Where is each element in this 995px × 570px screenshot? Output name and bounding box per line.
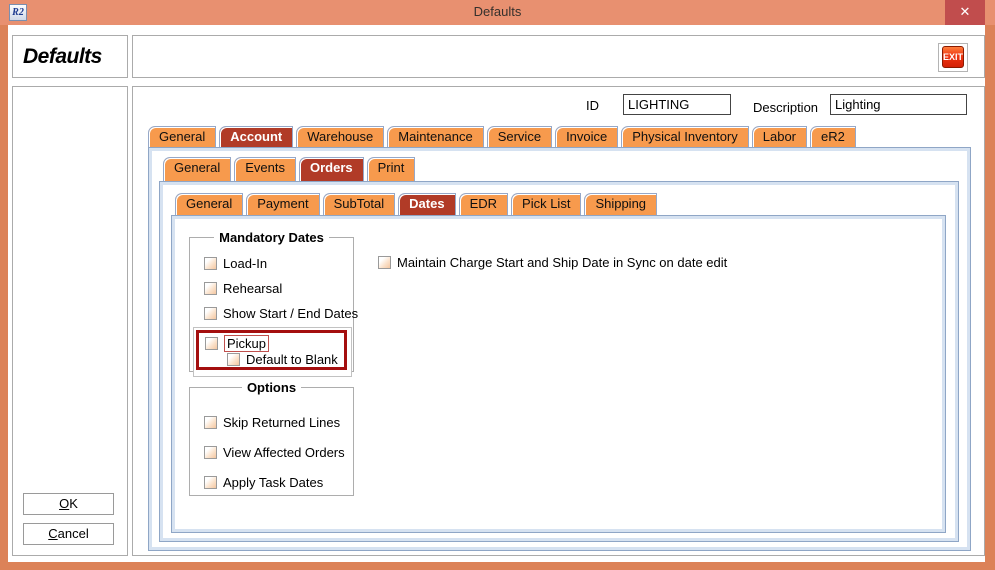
apply-task-dates-label: Apply Task Dates [223, 475, 323, 490]
skip-returned-lines-checkbox[interactable] [204, 416, 217, 429]
tab-orders-subtotal[interactable]: SubTotal [323, 193, 396, 215]
id-label: ID [586, 98, 599, 113]
checkbox-row-apply-task: Apply Task Dates [204, 475, 323, 490]
mandatory-dates-group-title: Mandatory Dates [214, 230, 329, 245]
pickup-highlight-border: Pickup Default to Blank [196, 330, 347, 370]
sync-dates-label: Maintain Charge Start and Ship Date in S… [397, 255, 727, 270]
panel-title-box: Defaults [12, 35, 128, 78]
tab-account[interactable]: Account [219, 126, 293, 148]
sync-dates-checkbox[interactable] [378, 256, 391, 269]
window-title: Defaults [0, 4, 995, 19]
load-in-label: Load-In [223, 256, 267, 271]
pickup-checkbox[interactable] [205, 337, 218, 350]
checkbox-row-load-in: Load-In [204, 256, 267, 271]
tab-orders-picklist[interactable]: Pick List [511, 193, 581, 215]
rehearsal-label: Rehearsal [223, 281, 282, 296]
checkbox-row-show-dates: Show Start / End Dates [204, 306, 358, 321]
tab-orders-edr[interactable]: EDR [459, 193, 508, 215]
tab-maintenance[interactable]: Maintenance [387, 126, 483, 148]
ok-button-label: OK [24, 494, 113, 514]
tab-orders-payment[interactable]: Payment [246, 193, 319, 215]
options-group: Options Skip Returned Lines View Affecte… [189, 387, 354, 496]
tabrow-level3: General Payment SubTotal Dates EDR Pick … [175, 193, 660, 215]
load-in-checkbox[interactable] [204, 257, 217, 270]
tabrow-level1: General Account Warehouse Maintenance Se… [148, 126, 859, 148]
main-panel: ID Description General Account Warehouse… [132, 86, 985, 556]
checkbox-row-view-affected: View Affected Orders [204, 445, 345, 460]
toolbar: EXIT [132, 35, 985, 78]
tab-general[interactable]: General [148, 126, 216, 148]
close-icon[interactable]: ✕ [945, 0, 985, 25]
apply-task-dates-checkbox[interactable] [204, 476, 217, 489]
rehearsal-checkbox[interactable] [204, 282, 217, 295]
app-window: R2 Defaults ✕ Defaults EXIT OK Cancel ID [0, 0, 995, 570]
tab-orders-dates[interactable]: Dates [398, 193, 455, 215]
default-to-blank-label: Default to Blank [246, 352, 338, 367]
window-body: Defaults EXIT OK Cancel ID Description [8, 25, 985, 562]
skip-returned-lines-label: Skip Returned Lines [223, 415, 340, 430]
tab-orders-shipping[interactable]: Shipping [584, 193, 657, 215]
description-label: Description [753, 100, 818, 115]
tab-account-orders[interactable]: Orders [299, 157, 364, 181]
mandatory-dates-group: Mandatory Dates Load-In Rehearsal [189, 237, 354, 372]
tab-warehouse[interactable]: Warehouse [296, 126, 384, 148]
account-tab-page: General Events Orders Print General Paym… [148, 147, 971, 551]
tab-orders-general[interactable]: General [175, 193, 243, 215]
tab-labor[interactable]: Labor [752, 126, 807, 148]
orders-tab-page: General Payment SubTotal Dates EDR Pick … [159, 181, 959, 542]
checkbox-row-skip-returned: Skip Returned Lines [204, 415, 340, 430]
sidebar: OK Cancel [12, 86, 128, 556]
titlebar: R2 Defaults ✕ [0, 0, 995, 25]
cancel-button[interactable]: Cancel [23, 523, 114, 545]
view-affected-orders-label: View Affected Orders [223, 445, 345, 460]
tab-account-general[interactable]: General [163, 157, 231, 181]
page-title: Defaults [13, 36, 127, 69]
tab-er2[interactable]: eR2 [810, 126, 856, 148]
show-start-end-dates-label: Show Start / End Dates [223, 306, 358, 321]
tabrow-level2: General Events Orders Print [163, 157, 418, 181]
default-to-blank-checkbox[interactable] [227, 353, 240, 366]
checkbox-row-rehearsal: Rehearsal [204, 281, 282, 296]
checkbox-row-pickup: Pickup [205, 335, 269, 352]
tab-account-events[interactable]: Events [234, 157, 296, 181]
checkbox-row-default-to-blank: Default to Blank [227, 352, 338, 367]
dates-tab-page: Mandatory Dates Load-In Rehearsal [171, 215, 946, 533]
exit-button-frame: EXIT [938, 43, 968, 72]
show-start-end-dates-checkbox[interactable] [204, 307, 217, 320]
cancel-button-label: Cancel [24, 524, 113, 544]
tab-account-print[interactable]: Print [367, 157, 416, 181]
tab-physical-inventory[interactable]: Physical Inventory [621, 126, 749, 148]
options-group-title: Options [242, 380, 301, 395]
pickup-subframe: Pickup Default to Blank [193, 327, 352, 377]
ok-button[interactable]: OK [23, 493, 114, 515]
view-affected-orders-checkbox[interactable] [204, 446, 217, 459]
exit-button[interactable]: EXIT [942, 46, 964, 68]
description-input[interactable] [830, 94, 967, 115]
tab-invoice[interactable]: Invoice [555, 126, 618, 148]
pickup-label: Pickup [224, 335, 269, 352]
checkbox-row-sync: Maintain Charge Start and Ship Date in S… [378, 255, 727, 270]
tab-service[interactable]: Service [487, 126, 552, 148]
id-input[interactable] [623, 94, 731, 115]
